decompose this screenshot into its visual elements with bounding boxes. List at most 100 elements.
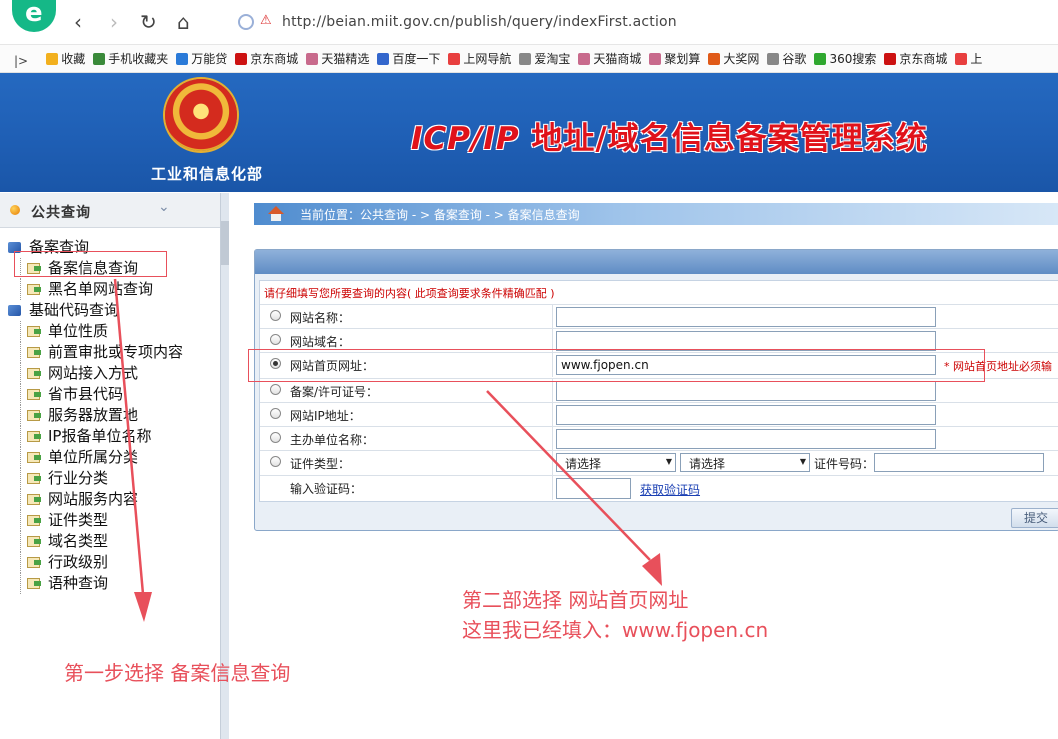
field-input[interactable]: www.fjopen.cn [556,355,936,375]
bookmark-label: 聚划算 [664,52,701,66]
field-input[interactable] [556,331,936,351]
submit-button[interactable]: 提交 [1011,508,1058,528]
captcha-input[interactable] [556,478,631,499]
cert-number-input[interactable] [874,453,1044,472]
tree-item[interactable]: 省市县代码 [0,384,220,405]
bookmark-item[interactable]: 上网导航 [448,45,511,72]
bookmarks-toggle-icon[interactable]: |> [14,47,28,72]
tree-item[interactable]: 行政级别 [0,552,220,573]
tree-item[interactable]: 域名类型 [0,531,220,552]
field-input[interactable] [556,405,936,425]
tree-item[interactable]: 单位所属分类 [0,447,220,468]
bookmark-item[interactable]: 爱淘宝 [519,45,570,72]
bookmark-icon [448,52,461,65]
bookmark-item[interactable]: 天猫商城 [578,45,641,72]
query-type-radio[interactable] [270,408,281,419]
sidebar-heading: 公共查询 [31,205,91,221]
bookmark-label: 360搜索 [829,52,877,66]
scrollbar-grip[interactable] [221,221,229,265]
bookmark-item[interactable]: 手机收藏夹 [93,45,168,72]
cert-type-select[interactable]: 请选择 [556,453,676,472]
tree-item[interactable]: 单位性质 [0,321,220,342]
back-icon[interactable]: ‹ [74,10,82,34]
annotation-step1: 第一步选择 备案信息查询 [64,661,291,685]
bookmark-label: 上 [970,52,983,66]
bookmark-item[interactable]: 百度一下 [377,45,440,72]
bookmark-item[interactable]: 天猫精选 [306,45,369,72]
bookmark-item[interactable]: 聚划算 [649,45,700,72]
tree-item-label: 备案信息查询 [48,259,139,277]
tree-item[interactable]: IP报备单位名称 [0,426,220,447]
bookmark-item[interactable]: 上 [955,45,982,72]
query-type-radio[interactable] [270,358,281,369]
bookmark-icon [235,52,248,65]
bookmark-item[interactable]: 收藏 [46,45,85,72]
tree-item[interactable]: 网站服务内容 [0,489,220,510]
get-captcha-link[interactable]: 获取验证码 [640,481,700,498]
site-header: 工业和信息化部 ICP/IP 地址/域名信息备案管理系统 [0,73,1058,192]
tree-line [20,363,21,384]
page-info-icon[interactable] [238,14,254,30]
form-row: 备案/许可证号： [260,378,1058,403]
form-row: 网站IP地址： [260,402,1058,427]
query-type-radio[interactable] [270,384,281,395]
field-input[interactable] [556,307,936,327]
document-icon [27,557,41,568]
home-icon[interactable]: ⌂ [177,10,190,34]
national-emblem-icon [165,79,237,151]
field-label: 主办单位名称： [290,433,375,447]
document-icon [27,368,41,379]
address-bar[interactable]: ⚠ http://beian.miit.gov.cn/publish/query… [230,11,1030,35]
tree-item[interactable]: 行业分类 [0,468,220,489]
bookmark-item[interactable]: 京东商城 [884,45,947,72]
form-row-captcha: 输入验证码： 获取验证码 [260,475,1058,500]
tree-item-label: 省市县代码 [48,385,124,403]
tree-item[interactable]: 证件类型 [0,510,220,531]
bookmark-icon [578,52,591,65]
url-text[interactable]: http://beian.miit.gov.cn/publish/query/i… [282,14,677,30]
tree-item[interactable]: 备案信息查询 [0,258,220,279]
field-input[interactable] [556,381,936,401]
bookmark-item[interactable]: 京东商城 [235,45,298,72]
tree-line [20,447,21,468]
query-form: 请仔细填写您所要查询的内容( 此项查询要求条件精确匹配 ) 网站名称： 网站域名：… [259,280,1058,502]
collapse-chevron-icon[interactable]: ⌄ [158,199,170,215]
bookmark-label: 天猫精选 [321,52,370,66]
query-type-radio[interactable] [270,334,281,345]
tree-line [20,321,21,342]
forward-icon[interactable]: › [110,10,118,34]
column-divider [552,329,553,353]
bookmark-item[interactable]: 谷歌 [767,45,806,72]
field-input[interactable] [556,429,936,449]
bookmark-label: 手机收藏夹 [108,52,169,66]
tree-item[interactable]: 前置审批或专项内容 [0,342,220,363]
bookmark-icon [93,52,106,65]
query-type-radio[interactable] [270,310,281,321]
tree-line [20,426,21,447]
bookmark-label: 天猫商城 [593,52,642,66]
tree-group[interactable]: 备案查询 [0,237,220,258]
bookmark-icon [649,52,662,65]
bookmark-label: 京东商城 [250,52,299,66]
breadcrumb: 当前位置：公共查询 - > 备案查询 - > 备案信息查询 [254,203,1058,225]
sidebar-header[interactable]: 公共查询 ⌄ [0,193,220,228]
query-panel: 请仔细填写您所要查询的内容( 此项查询要求条件精确匹配 ) 网站名称： 网站域名：… [254,249,1058,531]
tree-item[interactable]: 语种查询 [0,573,220,594]
bookmark-icon [767,52,780,65]
query-type-radio[interactable] [270,432,281,443]
bookmark-item[interactable]: 大奖网 [708,45,759,72]
cert-subtype-select[interactable]: 请选择 [680,453,810,472]
column-divider [552,379,553,403]
bookmark-label: 大奖网 [723,52,760,66]
bookmark-item[interactable]: 360搜索 [814,45,876,72]
tree-line [20,573,21,594]
tree-item[interactable]: 服务器放置地 [0,405,220,426]
document-icon [27,473,41,484]
query-type-radio[interactable] [270,456,281,467]
tree-item[interactable]: 网站接入方式 [0,363,220,384]
tree-item[interactable]: 黑名单网站查询 [0,279,220,300]
bookmark-icon [377,52,390,65]
refresh-icon[interactable]: ↻ [140,10,157,34]
tree-group[interactable]: 基础代码查询 [0,300,220,321]
bookmark-item[interactable]: 万能贷 [176,45,227,72]
